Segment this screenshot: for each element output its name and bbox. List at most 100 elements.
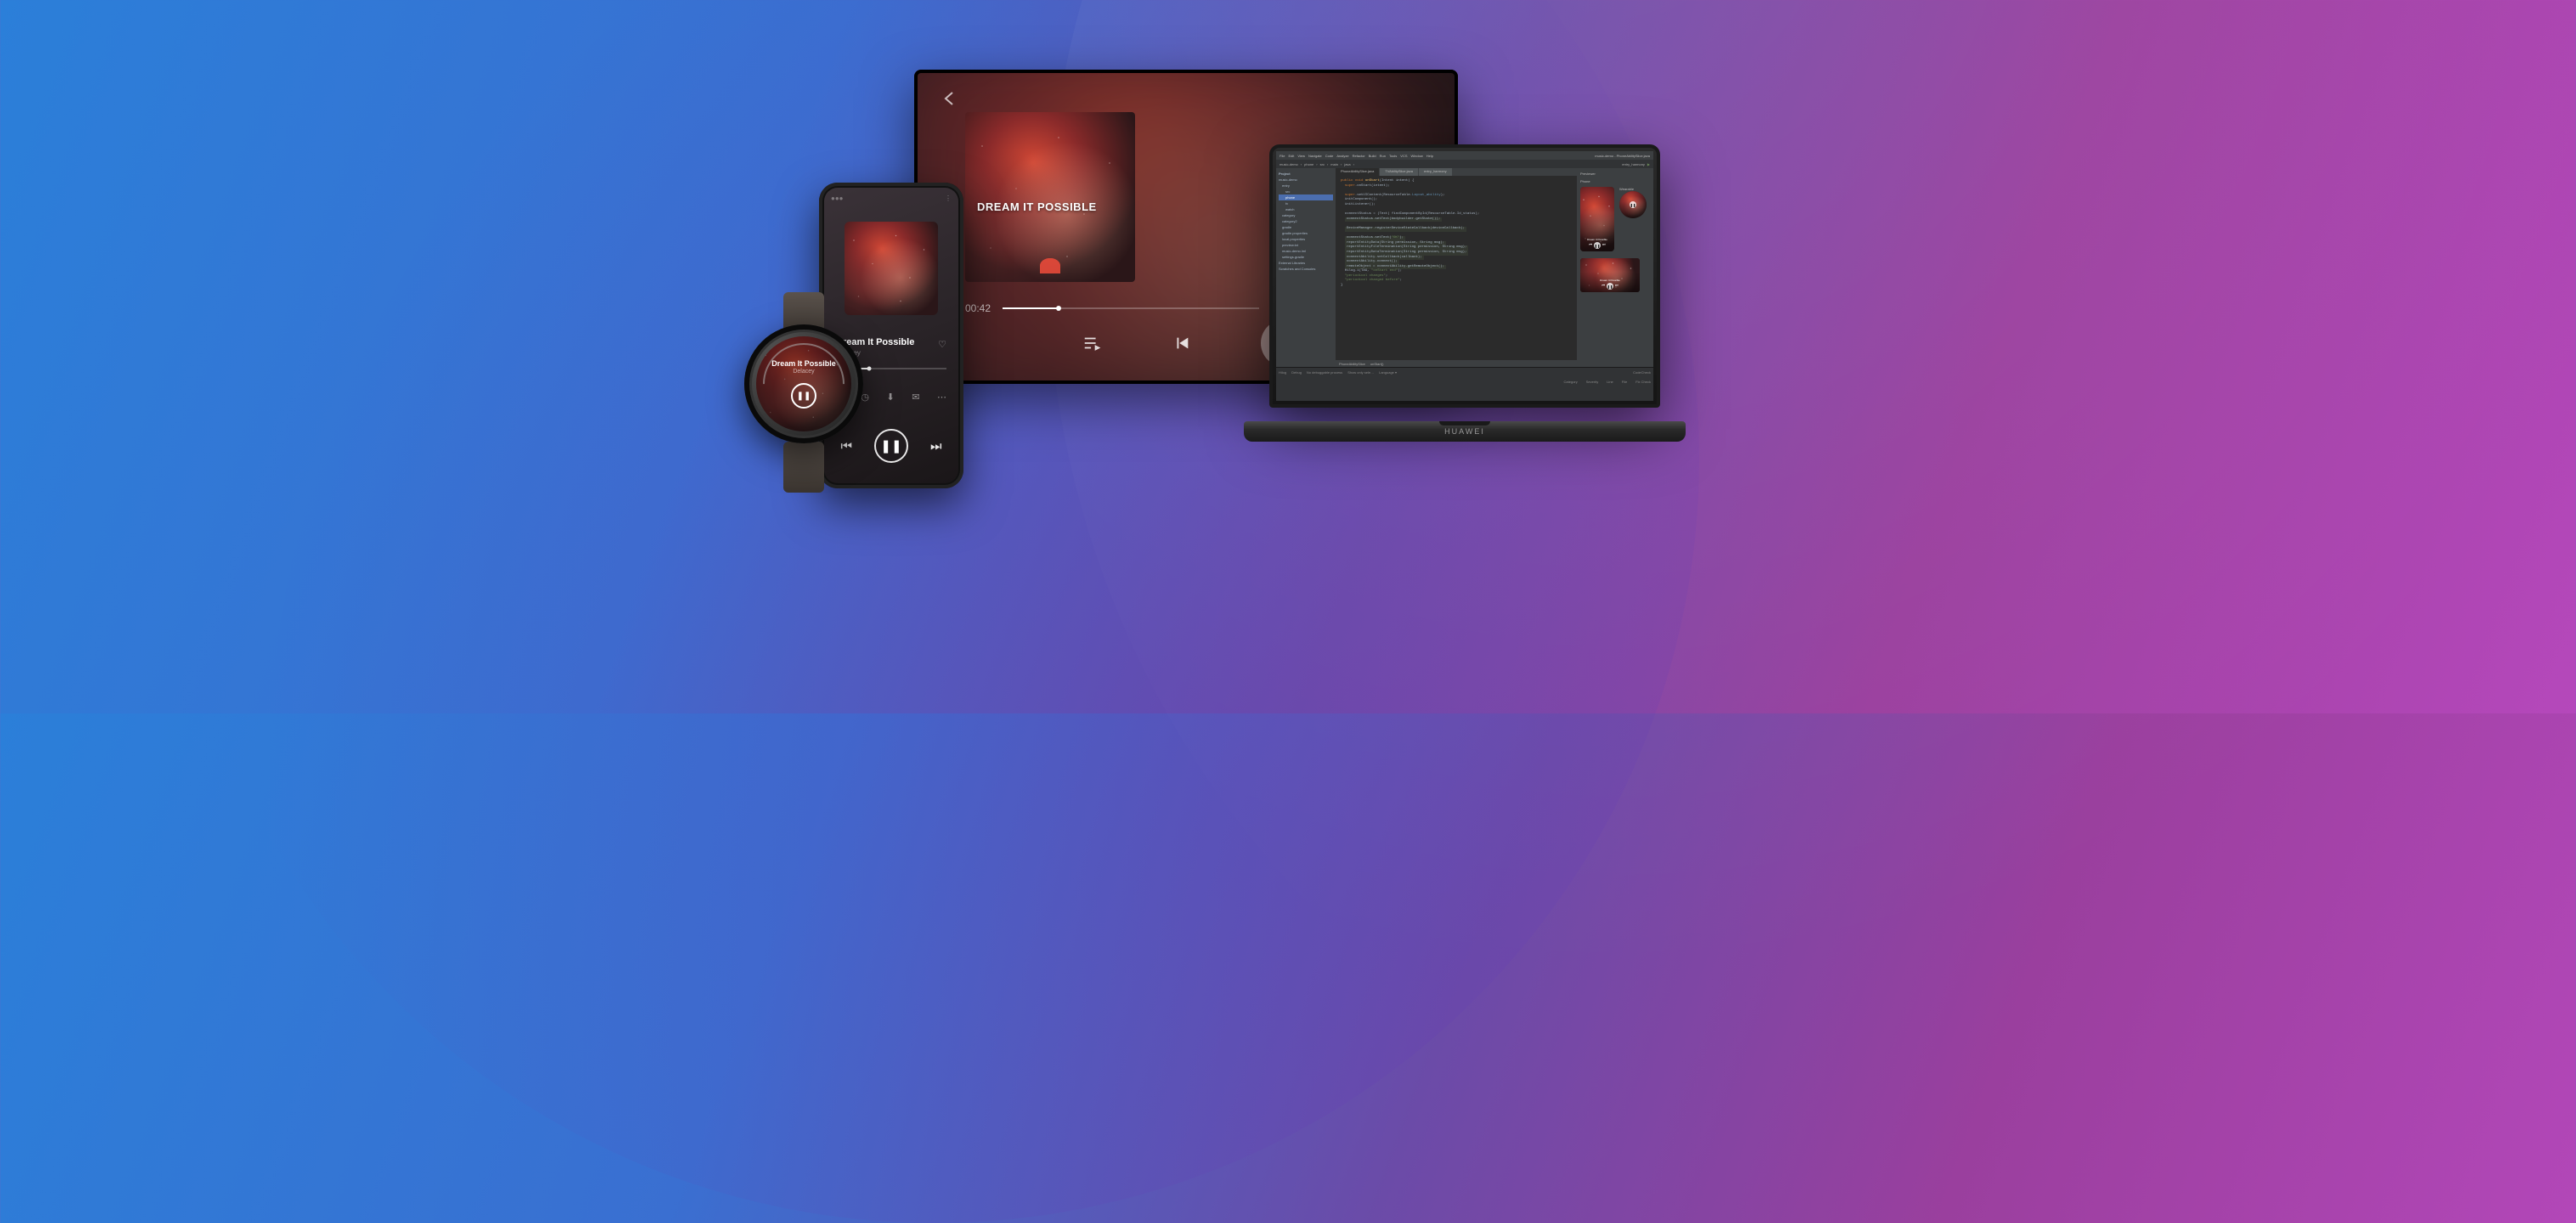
tv-album-art[interactable]: DREAM IT POSSIBLE [965, 112, 1135, 282]
laptop-base: HUAWEI [1244, 421, 1686, 442]
phone-status-right: ⋮ [945, 194, 952, 202]
tree-item[interactable]: music-demo.iml [1279, 248, 1333, 254]
laptop-screen: File Edit View Navigate Code Analyze Ref… [1269, 144, 1660, 408]
filter[interactable]: No debuggable process [1307, 370, 1342, 375]
previewer-header: Phone [1580, 179, 1650, 183]
back-icon[interactable] [940, 88, 960, 109]
filter[interactable]: Language ▾ [1379, 370, 1397, 375]
col: Fix Check [1635, 380, 1651, 384]
more-icon[interactable]: ⋯ [937, 392, 946, 403]
download-icon[interactable]: ⬇ [886, 392, 894, 403]
tree-item[interactable]: category [1279, 212, 1333, 218]
phone-play-pause-button[interactable]: ❚❚ [874, 429, 908, 463]
phone-status-bar: ●●● ⋮ [831, 194, 952, 202]
ide-breadcrumb-bar[interactable]: music-demo› phone› src› main› java› entr… [1276, 160, 1653, 168]
bottom-tab[interactable]: Hilog [1279, 370, 1286, 375]
huawei-logo-icon [1040, 258, 1060, 273]
tree-item[interactable]: music-demo [1279, 177, 1333, 183]
filter[interactable]: Show only sele… [1347, 370, 1374, 375]
code-editor[interactable]: public void onStart(Intent intent) { sup… [1336, 176, 1577, 360]
watch-device: Dream It Possible Delacey ❚❚ [736, 299, 872, 486]
menu-item[interactable]: Analyze [1336, 154, 1348, 158]
breadcrumb[interactable]: src [1320, 162, 1325, 166]
tv-scrubber-track[interactable] [1003, 307, 1259, 309]
menu-item[interactable]: VCS [1400, 154, 1407, 158]
previewer-label: Previewer [1580, 172, 1650, 176]
col: Category [1564, 380, 1578, 384]
menu-item[interactable]: File [1280, 154, 1285, 158]
watch-strap-bottom [783, 442, 824, 493]
laptop-device: File Edit View Navigate Code Analyze Ref… [1244, 144, 1686, 510]
breadcrumb[interactable]: main [1330, 162, 1338, 166]
tree-item[interactable]: category2 [1279, 218, 1333, 224]
col: Line [1607, 380, 1613, 384]
favorite-icon[interactable]: ♡ [938, 339, 946, 350]
skip-previous-icon[interactable] [1171, 332, 1193, 354]
previewer-panel: Previewer Phone Dream It Possible⏮❚❚⏭ We… [1577, 168, 1653, 367]
filter[interactable]: Debug [1291, 370, 1302, 375]
tree-item[interactable]: watch [1279, 206, 1333, 212]
tree-header: Project [1279, 171, 1333, 177]
tree-item[interactable]: src [1279, 189, 1333, 194]
tree-item[interactable]: tv [1279, 200, 1333, 206]
menu-item[interactable]: Window [1411, 154, 1423, 158]
watch-play-pause-button[interactable]: ❚❚ [791, 383, 816, 409]
album-title-overlay: DREAM IT POSSIBLE [977, 200, 1097, 213]
preview-tv[interactable]: Dream It Possible⏮❚❚⏭ [1580, 258, 1640, 292]
watch-track-artist: Delacey [793, 369, 814, 375]
tv-time-current: 00:42 [965, 302, 991, 314]
skip-next-icon[interactable]: ⏭ [930, 439, 942, 454]
watch-screen: Dream It Possible Delacey ❚❚ [756, 336, 851, 431]
laptop-brand-label: HUAWEI [1444, 427, 1485, 436]
breadcrumb[interactable]: music-demo [1280, 162, 1298, 166]
editor-breadcrumb: PhoneAbilitySlice onStart() [1336, 360, 1577, 367]
tree-item[interactable]: settings.gradle [1279, 254, 1333, 260]
comment-icon[interactable]: ✉ [912, 392, 919, 403]
watch-body: Dream It Possible Delacey ❚❚ [744, 324, 863, 443]
phone-status-left: ●●● [831, 194, 844, 202]
preview-phone[interactable]: Dream It Possible⏮❚❚⏭ [1580, 187, 1614, 251]
menu-item[interactable]: Code [1325, 154, 1334, 158]
device-showcase: DREAM IT POSSIBLE so I'll d 00:42 [608, 34, 1968, 679]
watch-player: Dream It Possible Delacey ❚❚ [756, 336, 851, 431]
tree-item[interactable]: gradle.properties [1279, 230, 1333, 236]
menu-item[interactable]: Help [1426, 154, 1433, 158]
preview-watch[interactable]: ❚❚ [1619, 191, 1647, 218]
editor-tab[interactable]: TVAbilitySlice.java [1380, 168, 1418, 176]
breadcrumb[interactable]: java [1344, 162, 1350, 166]
tree-item[interactable]: preview.txt [1279, 242, 1333, 248]
menu-item[interactable]: Navigate [1308, 154, 1322, 158]
menu-item[interactable]: View [1297, 154, 1305, 158]
menu-item[interactable]: Refactor [1353, 154, 1365, 158]
tree-item[interactable]: gradle [1279, 224, 1333, 230]
tree-item[interactable]: local.properties [1279, 236, 1333, 242]
tree-item[interactable]: entry [1279, 183, 1333, 189]
ide-menu-bar[interactable]: File Edit View Navigate Code Analyze Ref… [1276, 151, 1653, 160]
tree-item[interactable]: Scratches and Consoles [1279, 266, 1333, 272]
crumb[interactable]: onStart() [1370, 362, 1384, 366]
watch-track-title: Dream It Possible [771, 359, 836, 368]
playlist-icon[interactable] [1081, 332, 1103, 354]
ide-bottom-panel[interactable]: Hilog Debug No debuggable process Show o… [1276, 367, 1653, 401]
editor-tab[interactable]: entry_harmony [1419, 168, 1452, 176]
menu-item[interactable]: Build [1369, 154, 1376, 158]
run-target[interactable]: entry_harmony [1622, 162, 1645, 166]
ide-window: File Edit View Navigate Code Analyze Ref… [1276, 151, 1653, 401]
run-icon[interactable]: ▶ [1647, 162, 1650, 166]
menu-item[interactable]: Tools [1389, 154, 1397, 158]
menu-item[interactable]: Edit [1288, 154, 1294, 158]
col: File [1622, 380, 1627, 384]
editor-tab-active[interactable]: PhoneAbilitySlice.java [1336, 168, 1379, 176]
project-tree[interactable]: Project music-demo entry src phone tv wa… [1276, 168, 1336, 367]
tree-item[interactable]: External Libraries [1279, 260, 1333, 266]
editor-pane: PhoneAbilitySlice.java TVAbilitySlice.ja… [1336, 168, 1577, 367]
editor-tabs[interactable]: PhoneAbilitySlice.java TVAbilitySlice.ja… [1336, 168, 1577, 176]
ide-title: music-demo - PhoneAbilitySlice.java [1595, 154, 1650, 158]
tree-item-selected[interactable]: phone [1279, 194, 1333, 200]
col: Severity [1586, 380, 1598, 384]
crumb[interactable]: PhoneAbilitySlice [1339, 362, 1365, 366]
filter[interactable]: CodeCheck [1633, 370, 1651, 375]
breadcrumb[interactable]: phone [1304, 162, 1313, 166]
menu-item[interactable]: Run [1380, 154, 1386, 158]
tv-progress-bar[interactable]: 00:42 [965, 301, 1271, 316]
